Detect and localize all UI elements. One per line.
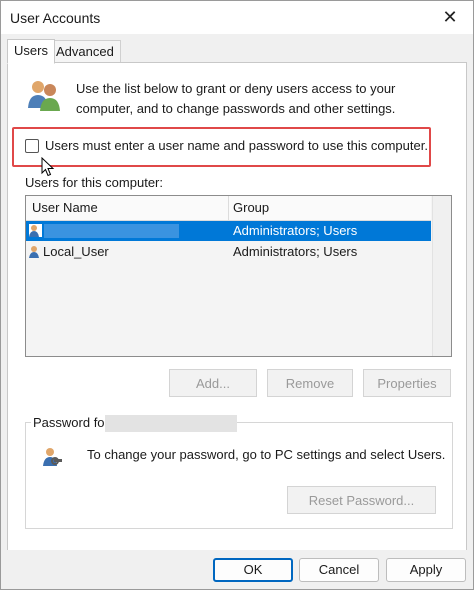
column-header-user-name[interactable]: User Name: [32, 200, 98, 215]
vertical-scrollbar[interactable]: [432, 196, 451, 356]
add-button[interactable]: Add...: [169, 369, 257, 397]
table-row[interactable]: Administrators; Users: [26, 221, 431, 241]
apply-button[interactable]: Apply: [386, 558, 466, 582]
intro-text: Use the list below to grant or deny user…: [76, 81, 396, 116]
table-row[interactable]: Local_User Administrators; Users: [26, 242, 431, 262]
users-list[interactable]: User Name Group Administrators; Users Lo…: [25, 195, 452, 357]
group-cell: Administrators; Users: [233, 223, 358, 238]
title-bar: User Accounts ✕: [1, 1, 473, 34]
redacted-user-name: [44, 224, 179, 238]
group-cell: Administrators; Users: [233, 244, 358, 259]
cancel-button[interactable]: Cancel: [299, 558, 379, 582]
mouse-cursor-icon: [41, 157, 55, 177]
user-icon: [29, 224, 42, 237]
require-login-label: Users must enter a user name and passwor…: [45, 138, 428, 153]
tab-advanced[interactable]: Advanced: [49, 40, 121, 63]
column-header-group[interactable]: Group: [233, 200, 269, 215]
reset-password-button[interactable]: Reset Password...: [287, 486, 436, 514]
ok-button[interactable]: OK: [213, 558, 293, 582]
redacted-account-name: [105, 415, 237, 432]
users-icon: [28, 81, 60, 111]
require-login-checkbox-row[interactable]: Users must enter a user name and passwor…: [25, 138, 428, 153]
password-group-legend: Password for: [31, 415, 111, 430]
user-name-cell: Local_User: [43, 244, 109, 259]
require-login-checkbox[interactable]: [25, 138, 39, 153]
list-header: User Name Group: [26, 196, 431, 221]
remove-button[interactable]: Remove: [267, 369, 353, 397]
user-key-icon: [43, 448, 62, 466]
users-section-label: Users for this computer:: [25, 175, 163, 190]
user-icon: [29, 246, 39, 258]
window-title: User Accounts: [10, 10, 101, 26]
password-instructions: To change your password, go to PC settin…: [87, 447, 446, 462]
user-accounts-window: User Accounts ✕ Users Advanced Use the l…: [0, 0, 474, 590]
dialog-footer: OK Cancel Apply: [1, 550, 473, 589]
close-icon[interactable]: ✕: [427, 1, 473, 34]
properties-button[interactable]: Properties: [363, 369, 451, 397]
column-separator: [228, 196, 229, 220]
tab-users[interactable]: Users: [7, 39, 55, 64]
